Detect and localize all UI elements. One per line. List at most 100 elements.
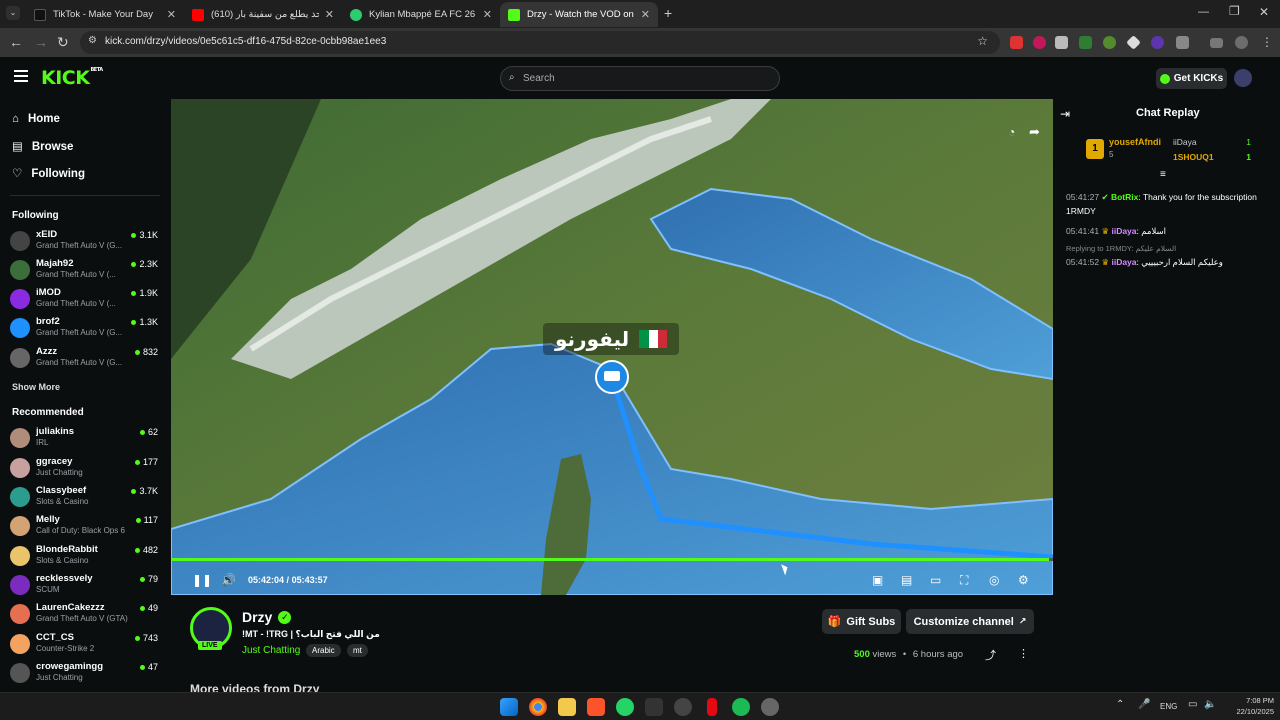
- get-kicks-button[interactable]: Get KICKs: [1156, 68, 1227, 89]
- extension-grid-icon[interactable]: [1055, 36, 1068, 49]
- theater-mode-icon[interactable]: ▭: [930, 573, 941, 587]
- leaderboard-entry[interactable]: 1SHOUQ1 1: [1173, 152, 1261, 162]
- extension-red-icon[interactable]: [1010, 36, 1023, 49]
- message-user[interactable]: iiDaya: [1111, 257, 1136, 267]
- channel-item[interactable]: iMOD Grand Theft Auto V (... 1.9K: [10, 287, 160, 315]
- gift-subs-button[interactable]: 🎁 Gift Subs: [822, 609, 901, 634]
- netflix-icon[interactable]: [707, 698, 717, 716]
- leaderboard-entry[interactable]: iiDaya 1: [1173, 137, 1261, 147]
- menu-hamburger-icon[interactable]: [14, 70, 28, 82]
- category-link[interactable]: Just Chatting: [242, 645, 300, 656]
- browser-menu-icon[interactable]: ⋮: [1261, 35, 1273, 49]
- channel-item[interactable]: Majah92 Grand Theft Auto V (... 2.3K: [10, 258, 160, 286]
- url-text[interactable]: kick.com/drzy/videos/0e5c61c5-df16-475d-…: [105, 36, 386, 47]
- close-tab-icon[interactable]: ✕: [325, 8, 334, 21]
- channel-item[interactable]: juliakins IRL 62: [10, 426, 160, 454]
- media-queue-icon[interactable]: [1210, 38, 1223, 48]
- collapse-chat-icon[interactable]: ⇥: [1060, 107, 1070, 121]
- search-input[interactable]: ⌕ Search: [500, 66, 780, 91]
- more-options-icon[interactable]: ⋮: [1018, 647, 1029, 660]
- extension-pink-icon[interactable]: [1033, 36, 1046, 49]
- extension-diamond-icon[interactable]: [1126, 35, 1141, 50]
- whatsapp-icon[interactable]: [616, 698, 634, 716]
- channel-item[interactable]: brof2 Grand Theft Auto V (G... 1.3K: [10, 316, 160, 344]
- close-tab-icon[interactable]: ✕: [641, 8, 650, 21]
- forward-icon[interactable]: →: [34, 34, 48, 50]
- new-tab-button[interactable]: +: [664, 5, 672, 21]
- app-circle-icon[interactable]: [674, 698, 692, 716]
- sidebar-item-home[interactable]: ⌂ Home: [12, 113, 60, 125]
- clock[interactable]: 7:08 PM 22/10/2025: [1224, 695, 1274, 717]
- windows-start-icon[interactable]: [500, 698, 518, 716]
- extensions-puzzle-icon[interactable]: [1176, 36, 1189, 49]
- profile-avatar-icon[interactable]: [1235, 36, 1248, 49]
- restore-button[interactable]: ❐: [1229, 4, 1240, 18]
- sidebar-item-following[interactable]: ♡ Following: [12, 166, 85, 180]
- playback-speed-icon[interactable]: ◎: [989, 573, 999, 587]
- channel-item[interactable]: recklessvely SCUM 79: [10, 573, 160, 601]
- microphone-icon[interactable]: 🎤: [1138, 699, 1150, 710]
- url-box[interactable]: ⚙ kick.com/drzy/videos/0e5c61c5-df16-475…: [80, 31, 1000, 54]
- channel-game: Grand Theft Auto V (G...: [36, 328, 123, 337]
- sidebar-item-browse[interactable]: ▤ Browse: [12, 139, 73, 153]
- brave-icon[interactable]: [587, 698, 605, 716]
- share-icon[interactable]: ⤴: [985, 647, 996, 663]
- close-window-button[interactable]: ✕: [1259, 5, 1269, 19]
- channel-item[interactable]: Azzz Grand Theft Auto V (G... 832: [10, 346, 160, 374]
- customize-channel-button[interactable]: Customize channel ↗: [906, 609, 1034, 634]
- leaderboard-top-user[interactable]: yousefAfndi: [1109, 137, 1161, 147]
- settings-gear-icon[interactable]: ⚙: [1018, 573, 1029, 587]
- back-icon[interactable]: ←: [9, 34, 23, 50]
- channel-item[interactable]: CCT_CS Counter-Strike 2 743: [10, 632, 160, 660]
- extension-shield-icon[interactable]: [1103, 36, 1116, 49]
- clip-icon[interactable]: ▤: [901, 573, 912, 587]
- video-player[interactable]: ليفورنو ◔ ➦: [171, 99, 1053, 595]
- site-info-icon[interactable]: ⚙: [88, 35, 97, 46]
- bookmark-star-icon[interactable]: ☆: [977, 34, 988, 48]
- message-user[interactable]: iiDaya: [1111, 226, 1136, 236]
- tab-youtube[interactable]: آخر واحد يطلع من سفينة بار (610) ✕: [184, 2, 342, 27]
- close-tab-icon[interactable]: ✕: [483, 8, 492, 21]
- app-settings-icon[interactable]: [761, 698, 779, 716]
- show-more-link[interactable]: Show More: [12, 382, 60, 392]
- pause-icon[interactable]: ❚❚: [192, 573, 212, 587]
- extension-eye-icon[interactable]: [1151, 36, 1164, 49]
- fullscreen-icon[interactable]: ⛶: [960, 573, 968, 588]
- progress-bar-fill[interactable]: [171, 558, 1049, 561]
- minimize-button[interactable]: —: [1198, 6, 1209, 18]
- user-avatar[interactable]: [1234, 69, 1252, 87]
- channel-item[interactable]: Melly Call of Duty: Black Ops 6 117: [10, 514, 160, 542]
- tab-list-button[interactable]: ⌄: [6, 6, 20, 20]
- close-tab-icon[interactable]: ✕: [167, 8, 176, 21]
- reload-icon[interactable]: ↻: [57, 34, 69, 51]
- file-explorer-icon[interactable]: [558, 698, 576, 716]
- tab-futbin[interactable]: Kylian Mbappé EA FC 26 - 91 - ✕: [342, 2, 500, 27]
- channel-item[interactable]: xEID Grand Theft Auto V (G... 3.1K: [10, 229, 160, 257]
- extension-d-icon[interactable]: [1079, 36, 1092, 49]
- miniplayer-icon[interactable]: ▣: [872, 573, 883, 587]
- channel-name: BlondeRabbit: [36, 544, 98, 555]
- channel-item[interactable]: crowegamingg Just Chatting 47: [10, 661, 160, 689]
- tab-tiktok[interactable]: TikTok - Make Your Day ✕: [26, 2, 184, 27]
- language-indicator[interactable]: ENG: [1160, 702, 1177, 711]
- share-arrow-icon[interactable]: ➦: [1029, 124, 1040, 140]
- channel-item[interactable]: ggracey Just Chatting 177: [10, 456, 160, 484]
- leaderboard-expand-icon[interactable]: ≡: [1160, 169, 1166, 180]
- channel-item[interactable]: BlondeRabbit Slots & Casino 482: [10, 544, 160, 572]
- spotify-icon[interactable]: [732, 698, 750, 716]
- channel-item[interactable]: Classybeef Slots & Casino 3.7K: [10, 485, 160, 513]
- kick-logo[interactable]: KICKBETA: [41, 67, 103, 89]
- network-icon[interactable]: ▭: [1188, 699, 1197, 710]
- volume-tray-icon[interactable]: 🔈: [1204, 699, 1216, 710]
- tab-kick[interactable]: Drzy - Watch the VOD on Kick ✕: [500, 2, 658, 27]
- channel-item[interactable]: LaurenCakezzz Grand Theft Auto V (GTA) 49: [10, 602, 160, 630]
- message-user[interactable]: BotRix: [1111, 192, 1138, 202]
- volume-icon[interactable]: 🔊: [221, 573, 236, 587]
- show-hidden-icons[interactable]: ⌃: [1116, 699, 1124, 710]
- tag-arabic[interactable]: Arabic: [306, 644, 341, 657]
- channel-name[interactable]: Drzy ✓: [242, 609, 292, 625]
- chrome-icon[interactable]: [529, 698, 547, 716]
- tag-mt[interactable]: mt: [347, 644, 368, 657]
- clock-icon[interactable]: ◔: [1008, 125, 1015, 139]
- app-g-icon[interactable]: [645, 698, 663, 716]
